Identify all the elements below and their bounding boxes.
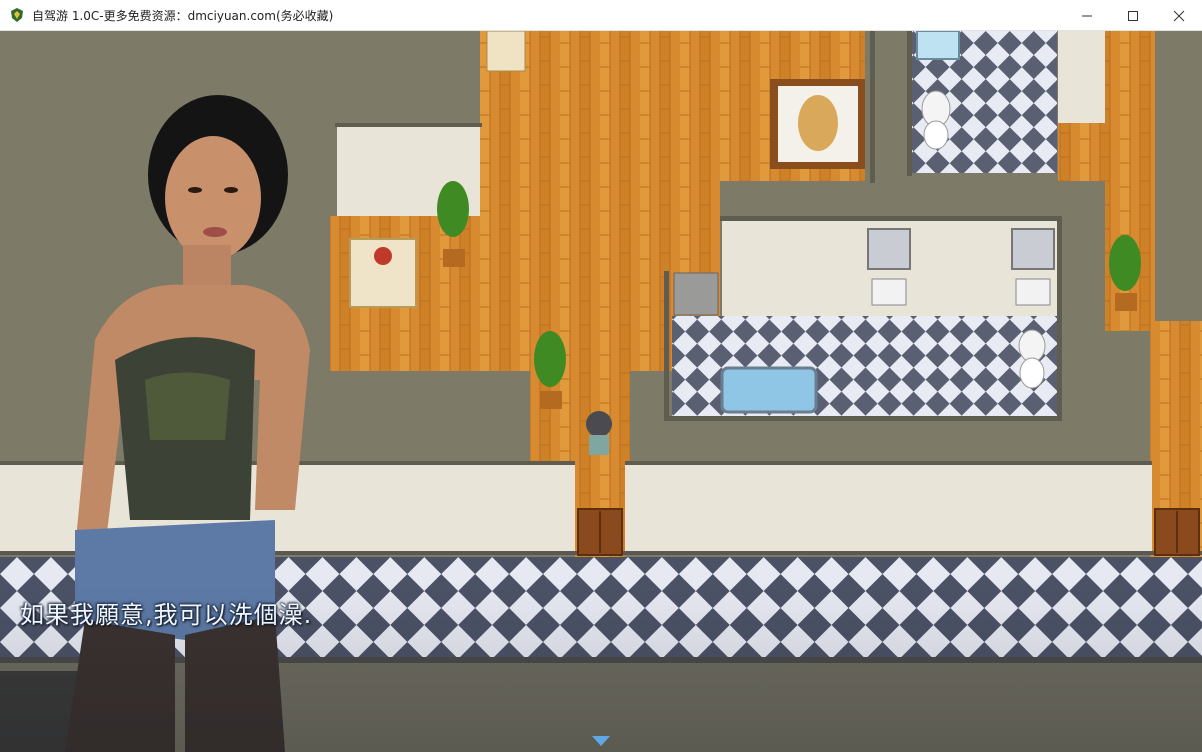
maximize-button[interactable]: [1110, 0, 1156, 31]
minimize-button[interactable]: [1064, 0, 1110, 31]
maximize-icon: [1128, 10, 1138, 21]
app-icon: [11, 8, 23, 22]
minimize-icon: [1082, 15, 1092, 16]
close-button[interactable]: [1156, 0, 1202, 31]
window-title: 自驾游 1.0C-更多免费资源：dmciyuan.com(务必收藏): [32, 9, 334, 23]
game-screen[interactable]: 如果我願意,我可以洗個澡.: [0, 31, 1202, 752]
window-titlebar: 自驾游 1.0C-更多免费资源：dmciyuan.com(务必收藏): [0, 0, 1202, 31]
dialogue-text: 如果我願意,我可以洗個澡.: [20, 601, 313, 629]
close-icon: [1173, 10, 1185, 21]
down-arrow-icon[interactable]: [592, 736, 610, 746]
